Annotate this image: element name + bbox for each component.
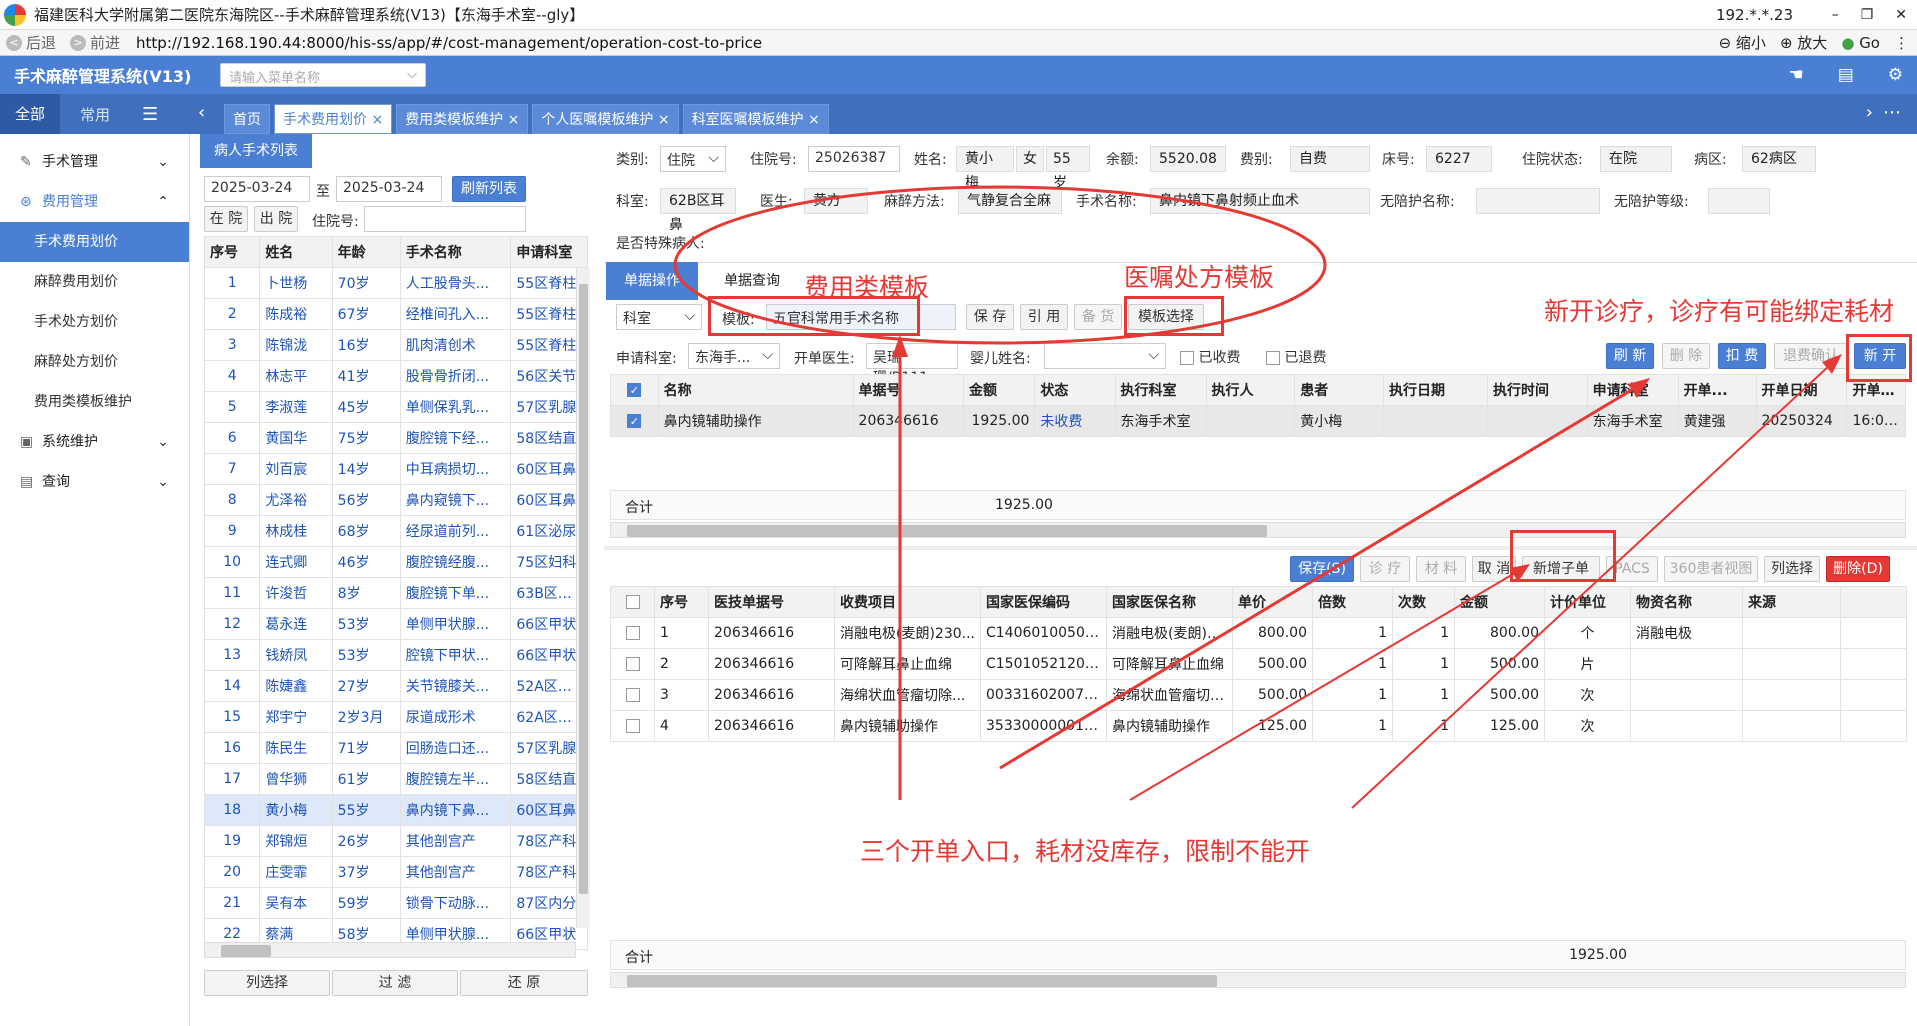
annotation-fee-template: 费用类模板 [804, 273, 930, 302]
annotation-new-note: 新开诊疗，诊疗有可能绑定耗材 [1544, 297, 1895, 326]
annotation-arrowhead [1822, 354, 1842, 374]
annotation-box-new [1846, 334, 1912, 382]
annotation-order-template: 医嘱处方模板 [1124, 263, 1275, 292]
annotation-entry-note: 三个开单入口，耗材没库存，限制不能开 [860, 837, 1311, 866]
annotation-arrow-line [1129, 569, 1521, 801]
annotation-box-add-sub [1510, 530, 1616, 582]
annotation-box-template-select [1124, 296, 1224, 336]
annotation-arrow-line [1351, 364, 1831, 809]
annotation-arrowhead [1628, 378, 1650, 398]
annotation-overlay [673, 185, 1842, 809]
